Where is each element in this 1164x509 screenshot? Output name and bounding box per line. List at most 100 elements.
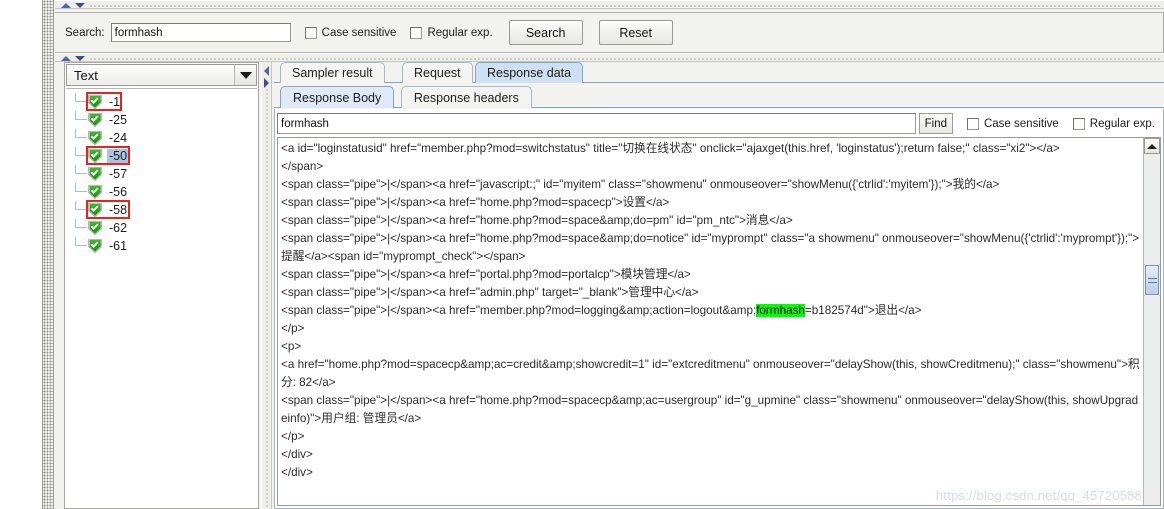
results-tree[interactable]: -1 -25 -24 -50 -57 -56 -58 -62 -61	[66, 88, 257, 507]
regular-exp-label: Regular exp.	[427, 26, 493, 39]
green-shield-check-icon	[88, 184, 102, 200]
main-tab-strip[interactable]: Sampler result Request Response data	[274, 62, 1164, 83]
sub-tab-strip[interactable]: Response Body Response headers	[274, 86, 1164, 108]
response-line: </span>	[281, 160, 324, 173]
chevron-down-icon[interactable]	[234, 65, 256, 85]
result-detail-area: Sampler result Request Response data Respo…	[274, 62, 1164, 509]
collapse-up-icon-2[interactable]	[61, 56, 71, 61]
response-line: <span class="pipe">|</span><a href="home…	[281, 214, 793, 227]
case-sensitive-checkbox-group[interactable]: Case sensitive	[304, 26, 397, 39]
green-shield-check-icon	[88, 94, 102, 110]
tab-response-body[interactable]: Response Body	[280, 86, 395, 108]
search-hit-highlight: formhash	[756, 304, 805, 317]
search-label: Search:	[65, 26, 105, 39]
results-tree-panel: Text -1 -25 -24 -50 -57 -56 -58 -62 -61	[64, 62, 259, 509]
tab-label: Response headers	[413, 90, 519, 105]
tree-item-neg56[interactable]: -56	[66, 183, 257, 201]
find-case-sensitive-checkbox[interactable]	[966, 117, 979, 130]
tab-label: Response Body	[293, 90, 382, 105]
response-line: <span class="pipe">|</span><a href="java…	[281, 178, 1000, 191]
tab-response-headers[interactable]: Response headers	[400, 86, 532, 108]
tree-item-label: -62	[109, 221, 128, 235]
response-line: <span class="pipe">|</span><a href="home…	[281, 232, 1140, 263]
tree-item-neg61[interactable]: -61	[66, 237, 257, 255]
lower-area: Text -1 -25 -24 -50 -57 -56 -58 -62 -61 Sampler …	[55, 62, 1164, 509]
tab-label: Sampler result	[292, 66, 373, 80]
green-shield-check-icon	[88, 148, 102, 164]
tree-item-neg62[interactable]: -62	[66, 219, 257, 237]
tree-item-label: -1	[109, 95, 121, 109]
tree-elbow	[75, 129, 87, 138]
collapse-left-icon[interactable]	[264, 66, 269, 76]
render-format-value: Text	[74, 67, 98, 83]
response-body-panel: formhash Find Case sensitive Regular exp…	[274, 109, 1164, 509]
response-line: <a href="home.php?mod=spacecp&amp;ac=cre…	[281, 358, 1140, 389]
tree-item-neg24[interactable]: -24	[66, 129, 257, 147]
tab-response-data[interactable]: Response data	[475, 62, 584, 83]
search-button[interactable]: Search	[508, 20, 583, 45]
tree-item-neg58[interactable]: -58	[66, 200, 257, 219]
green-shield-check-icon	[88, 130, 102, 146]
response-line: <p>	[281, 340, 302, 353]
response-body-scrollpane: <a id="loginstatusid" href="member.php?m…	[277, 137, 1161, 506]
render-format-combo[interactable]: Text	[66, 64, 257, 86]
regular-exp-checkbox-group[interactable]: Regular exp.	[410, 26, 493, 39]
reset-button[interactable]: Reset	[598, 20, 673, 45]
tab-label: Request	[414, 66, 461, 80]
middle-split-handle[interactable]	[55, 53, 1164, 62]
find-regular-exp-label: Regular exp.	[1089, 117, 1155, 130]
collapse-up-icon[interactable]	[61, 3, 71, 8]
tree-item-neg25[interactable]: -25	[66, 111, 257, 129]
top-split-handle[interactable]	[55, 0, 1164, 9]
scroll-up-icon[interactable]	[1144, 138, 1160, 154]
case-sensitive-checkbox[interactable]	[304, 26, 317, 39]
response-body-text[interactable]: <a id="loginstatusid" href="member.php?m…	[278, 138, 1143, 505]
response-line: <span class="pipe">|</span><a href="port…	[281, 268, 691, 281]
collapse-right-icon[interactable]	[264, 78, 269, 88]
tree-item-label: -61	[109, 239, 128, 253]
tab-request[interactable]: Request	[402, 62, 473, 83]
search-input[interactable]: formhash	[110, 23, 291, 42]
tree-elbow	[75, 219, 87, 228]
response-line: </div>	[281, 448, 313, 461]
response-line: <span class="pipe">|</span><a href="admi…	[281, 286, 699, 299]
tree-item-neg57[interactable]: -57	[66, 165, 257, 183]
find-button[interactable]: Find	[918, 113, 953, 134]
tree-item-neg50[interactable]: -50	[66, 146, 257, 165]
green-shield-check-icon	[88, 202, 102, 218]
split-dots	[89, 4, 1162, 7]
regular-exp-checkbox[interactable]	[410, 26, 423, 39]
tree-elbow	[75, 237, 87, 246]
left-blank-gutter	[0, 0, 42, 509]
find-regular-exp-group[interactable]: Regular exp.	[1072, 117, 1155, 130]
collapse-down-icon-2[interactable]	[75, 56, 85, 61]
response-line: </p>	[281, 322, 305, 335]
response-line: </p>	[281, 430, 305, 443]
tree-item-label: -50	[107, 149, 130, 163]
vertical-split-handle[interactable]	[261, 62, 272, 509]
scrollbar-thumb[interactable]	[1145, 265, 1159, 295]
vsplit-dots	[265, 88, 269, 509]
tree-item-label: -56	[109, 185, 128, 199]
find-case-sensitive-group[interactable]: Case sensitive	[966, 117, 1059, 130]
tree-item-neg1[interactable]: -1	[66, 92, 257, 111]
tree-item-label: -58	[109, 203, 128, 217]
find-bar: formhash Find Case sensitive Regular exp…	[275, 109, 1163, 135]
response-body-vscrollbar[interactable]	[1143, 138, 1160, 505]
response-line: <a id="loginstatusid" href="member.php?m…	[281, 142, 1060, 155]
green-shield-check-icon	[88, 238, 102, 254]
green-shield-check-icon	[88, 166, 102, 182]
response-line: <span class="pipe">|</span><a href="home…	[281, 394, 1139, 425]
collapse-down-icon[interactable]	[75, 3, 85, 8]
case-sensitive-label: Case sensitive	[321, 26, 397, 39]
find-input[interactable]: formhash	[277, 113, 916, 134]
tree-elbow	[75, 201, 87, 210]
tab-label: Response data	[487, 66, 572, 80]
tree-item-label: -57	[109, 167, 128, 181]
green-shield-check-icon	[88, 220, 102, 236]
search-panel: Search: formhash Case sensitive Regular …	[55, 12, 1164, 53]
outer-vertical-divider[interactable]	[42, 0, 54, 509]
find-case-sensitive-label: Case sensitive	[983, 117, 1059, 130]
find-regular-exp-checkbox[interactable]	[1072, 117, 1085, 130]
tab-sampler-result[interactable]: Sampler result	[280, 62, 385, 83]
